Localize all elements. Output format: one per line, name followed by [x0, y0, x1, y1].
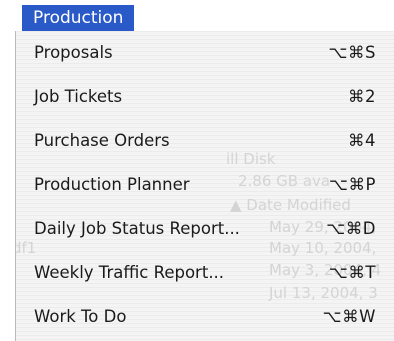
menu-item-label: Purchase Orders [34, 131, 170, 150]
menu-title-production[interactable]: Production [22, 5, 135, 31]
menu-item-label: Production Planner [34, 175, 190, 194]
menu-item-weekly-traffic-report[interactable]: Weekly Traffic Report... ⌥⌘T [16, 251, 394, 295]
menu-item-label: Weekly Traffic Report... [34, 263, 225, 282]
menu-item-production-planner[interactable]: Production Planner ⌥⌘P [16, 163, 394, 207]
menu-item-label: Daily Job Status Report... [34, 219, 240, 238]
menu-item-shortcut: ⌘4 [348, 131, 376, 150]
menu-bar: Production [0, 0, 394, 31]
menu-item-job-tickets[interactable]: Job Tickets ⌘2 [16, 75, 394, 119]
menu-item-shortcut: ⌥⌘P [329, 175, 376, 194]
menu-item-proposals[interactable]: Proposals ⌥⌘S [16, 31, 394, 75]
menu-item-shortcut: ⌥⌘T [328, 263, 376, 282]
menu-item-label: Job Tickets [34, 87, 123, 106]
menu-item-label: Work To Do [34, 307, 127, 326]
menu-item-purchase-orders[interactable]: Purchase Orders ⌘4 [16, 119, 394, 163]
menu-item-shortcut: ⌘2 [348, 87, 376, 106]
menu-item-label: Proposals [34, 43, 113, 62]
menu-item-shortcut: ⌥⌘S [328, 43, 376, 62]
menu-item-work-to-do[interactable]: Work To Do ⌥⌘W [16, 295, 394, 339]
production-menu: ill Disk 2.86 GB ava ▲ Date Modified May… [15, 31, 394, 341]
menu-item-shortcut: ⌥⌘W [322, 307, 376, 326]
menu-item-shortcut: ⌥⌘D [326, 219, 376, 238]
menu-item-daily-job-status-report[interactable]: Daily Job Status Report... ⌥⌘D [16, 207, 394, 251]
